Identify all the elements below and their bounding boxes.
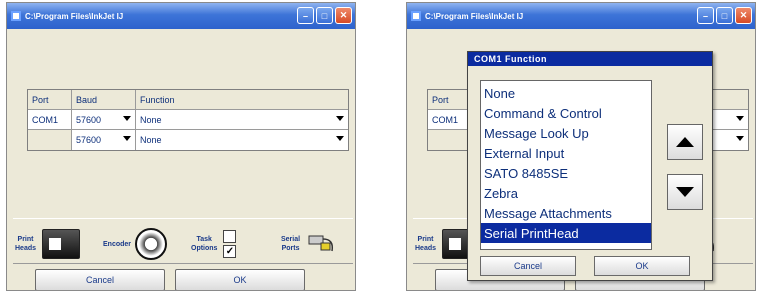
serial-ports-button[interactable]: Serial Ports (281, 225, 336, 263)
config-window-left: C:\Program Files\InkJet IJ – □ ✕ Port Ba… (6, 2, 356, 291)
baud-select[interactable]: 57600 (72, 110, 136, 129)
arrow-down-icon (676, 187, 694, 197)
function-value: None (140, 135, 162, 145)
encoder-label: Encoder (103, 240, 132, 248)
function-select[interactable]: None (136, 130, 348, 150)
com1-function-dialog: COM1 Function None Command & Control Mes… (467, 51, 713, 281)
table-row: 57600 None (28, 130, 348, 150)
list-item[interactable]: External Input (481, 143, 651, 163)
col-header-function: Function (136, 90, 348, 109)
list-item[interactable]: SATO 8485SE (481, 163, 651, 183)
chevron-down-icon (336, 136, 344, 141)
title-bar[interactable]: C:\Program Files\InkJet IJ – □ ✕ (407, 3, 755, 29)
list-item[interactable]: Message Attachments (481, 203, 651, 223)
window-title: C:\Program Files\InkJet IJ (425, 11, 524, 21)
function-select[interactable]: None (136, 110, 348, 129)
table-row: COM1 57600 None (28, 110, 348, 130)
print-heads-button[interactable]: Print Heads (15, 225, 81, 263)
dialog-title: COM1 Function (468, 52, 712, 66)
serial-cable-icon (308, 235, 334, 252)
arrow-up-icon (676, 137, 694, 147)
printer-icon (42, 229, 81, 259)
task-option-checkbox-2[interactable]: ✓ (223, 245, 237, 258)
scroll-up-button[interactable] (667, 124, 703, 160)
function-listbox[interactable]: None Command & Control Message Look Up E… (480, 80, 652, 250)
port-cell (428, 130, 472, 150)
app-icon (11, 11, 21, 21)
maximize-button[interactable]: □ (316, 7, 333, 24)
bottom-toolbar: Print Heads Encoder Task Options ✓ Seria… (13, 218, 353, 264)
dialog-ok-button[interactable]: OK (594, 256, 690, 276)
window-title: C:\Program Files\InkJet IJ (25, 11, 124, 21)
list-item[interactable]: Command & Control (481, 103, 651, 123)
print-heads-label: Print Heads (15, 236, 37, 252)
ok-button[interactable]: OK (175, 269, 305, 290)
port-grid: Port Baud Function COM1 57600 None 57600… (27, 89, 349, 151)
list-item-selected[interactable]: Serial PrintHead (481, 223, 651, 243)
title-bar[interactable]: C:\Program Files\InkJet IJ – □ ✕ (7, 3, 355, 29)
chevron-down-icon (123, 116, 131, 121)
chevron-down-icon (736, 136, 744, 141)
cancel-button[interactable]: Cancel (35, 269, 165, 290)
dialog-cancel-button[interactable]: Cancel (480, 256, 576, 276)
list-item[interactable]: None (481, 83, 651, 103)
port-cell (28, 130, 72, 150)
chevron-down-icon (123, 136, 131, 141)
col-header-port: Port (28, 90, 72, 109)
col-header-port: Port (428, 90, 472, 109)
col-header-baud: Baud (72, 90, 136, 109)
close-button[interactable]: ✕ (335, 7, 352, 24)
config-window-right: C:\Program Files\InkJet IJ – □ ✕ Port Ba… (406, 2, 756, 291)
serial-ports-label: Serial Ports (281, 236, 301, 252)
app-icon (411, 11, 421, 21)
close-button[interactable]: ✕ (735, 7, 752, 24)
chevron-down-icon (336, 116, 344, 121)
task-option-checkbox-1[interactable] (223, 230, 237, 243)
baud-select[interactable]: 57600 (72, 130, 136, 150)
baud-value: 57600 (76, 135, 102, 145)
chevron-down-icon (736, 116, 744, 121)
list-item[interactable]: Message Look Up (481, 123, 651, 143)
port-cell: COM1 (428, 110, 472, 129)
baud-value: 57600 (76, 114, 102, 125)
task-options-group: Task Options ✓ (191, 225, 237, 263)
function-value: None (140, 114, 162, 125)
print-heads-label: Print Heads (415, 236, 437, 252)
scroll-down-button[interactable] (667, 174, 703, 210)
maximize-button[interactable]: □ (716, 7, 733, 24)
list-item[interactable]: Zebra (481, 183, 651, 203)
encoder-button[interactable]: Encoder (103, 225, 168, 263)
port-cell: COM1 (28, 110, 72, 129)
minimize-button[interactable]: – (697, 7, 714, 24)
task-options-label: Task Options (191, 236, 218, 252)
encoder-wheel-icon (135, 228, 168, 260)
minimize-button[interactable]: – (297, 7, 314, 24)
